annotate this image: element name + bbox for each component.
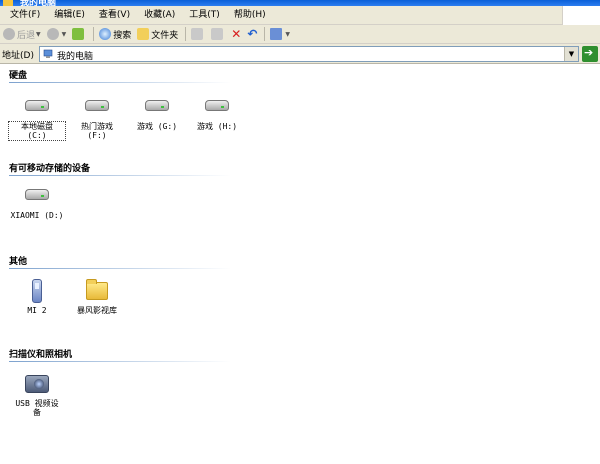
standard-toolbar: 后退 ▼ ▼ 搜索 文件夹 ✕ ↶ ▼ — [0, 25, 600, 44]
forward-button[interactable]: ▼ — [45, 26, 69, 43]
item-label: 热门游戏 (F:) — [81, 122, 113, 140]
up-folder-button[interactable] — [70, 26, 88, 43]
item-label: MI 2 — [27, 306, 47, 315]
drive-g[interactable]: 游戏 (G:) — [129, 94, 185, 131]
drive-d[interactable]: XIAOMI (D:) — [9, 183, 65, 220]
group-divider — [9, 82, 231, 83]
address-input[interactable]: 我的电脑 ▼ — [39, 46, 579, 62]
item-label: 暴风影视库 — [77, 306, 117, 315]
menu-edit[interactable]: 编辑(E) — [47, 6, 92, 25]
camera-icon — [21, 371, 53, 397]
forward-arrow-icon — [46, 28, 59, 40]
folder-storm-video[interactable]: 暴风影视库 — [69, 278, 125, 315]
up-folder-icon — [72, 28, 85, 40]
search-label: 搜索 — [113, 30, 132, 41]
hard-drive-icon — [141, 94, 173, 120]
group-title: 硬盘 — [9, 71, 28, 81]
chevron-down-icon[interactable]: ▼ — [36, 31, 41, 38]
drive-h[interactable]: 游戏 (H:) — [189, 94, 245, 131]
toolbar-separator — [185, 27, 187, 41]
folders-label: 文件夹 — [151, 30, 179, 41]
my-computer-icon — [43, 49, 53, 58]
menu-bar: 文件(F) 编辑(E) 查看(V) 收藏(A) 工具(T) 帮助(H) — [0, 6, 600, 25]
back-label: 后退 — [17, 30, 36, 41]
search-button[interactable]: 搜索 — [97, 26, 133, 43]
windows-logo-area — [562, 6, 600, 25]
address-value: 我的电脑 — [57, 52, 94, 62]
drive-f[interactable]: 热门游戏 (F:) — [69, 94, 125, 140]
group-divider — [9, 175, 231, 176]
phone-icon — [21, 278, 53, 304]
item-label: 游戏 (G:) — [136, 122, 178, 131]
views-button[interactable]: ▼ — [268, 26, 292, 43]
folder-icon — [81, 278, 113, 304]
address-dropdown-button[interactable]: ▼ — [564, 47, 578, 61]
delete-x-icon: ✕ — [231, 27, 242, 41]
file-view: 硬盘 本地磁盘 (C:) 热门游戏 (F:) 游戏 (G:) 游戏 (H:) 有… — [0, 64, 600, 464]
removable-drive-icon — [21, 183, 53, 209]
menu-tools[interactable]: 工具(T) — [182, 6, 227, 25]
group-title: 扫描仪和照相机 — [9, 350, 73, 360]
hard-drive-icon — [81, 94, 113, 120]
folder-icon — [137, 28, 150, 40]
hard-drive-icon — [21, 94, 53, 120]
hard-drive-icon — [201, 94, 233, 120]
group-title: 其他 — [9, 257, 28, 267]
delete-button[interactable]: ✕ — [229, 26, 243, 43]
group-title: 有可移动存储的设备 — [9, 164, 91, 174]
group-divider — [9, 268, 231, 269]
back-arrow-icon — [3, 28, 15, 40]
toolbar-separator — [264, 27, 266, 41]
toolbar-separator — [93, 27, 95, 41]
copy-to-icon — [211, 28, 224, 40]
item-label: 本地磁盘 (C:) — [8, 121, 66, 141]
views-icon — [270, 28, 283, 40]
item-label: USB 视频设 备 — [15, 399, 59, 417]
go-button[interactable] — [582, 46, 598, 62]
chevron-down-icon[interactable]: ▼ — [285, 31, 290, 38]
address-bar: 地址(D) 我的电脑 ▼ — [0, 44, 600, 64]
undo-button[interactable]: ↶ — [245, 26, 259, 43]
back-button[interactable]: 后退 ▼ — [1, 26, 43, 43]
chevron-down-icon[interactable]: ▼ — [62, 31, 67, 38]
drive-c[interactable]: 本地磁盘 (C:) — [8, 94, 66, 141]
usb-video-device[interactable]: USB 视频设 备 — [9, 371, 65, 417]
menu-file[interactable]: 文件(F) — [3, 6, 47, 25]
device-mi2[interactable]: MI 2 — [9, 278, 65, 315]
menu-favorites[interactable]: 收藏(A) — [137, 6, 182, 25]
item-label: XIAOMI (D:) — [10, 211, 64, 220]
menu-help[interactable]: 帮助(H) — [227, 6, 273, 25]
address-label: 地址(D) — [2, 51, 34, 61]
group-divider — [9, 361, 231, 362]
search-icon — [99, 28, 112, 40]
item-label: 游戏 (H:) — [196, 122, 238, 131]
folders-button[interactable]: 文件夹 — [135, 26, 180, 43]
menu-view[interactable]: 查看(V) — [92, 6, 137, 25]
undo-icon: ↶ — [247, 27, 258, 41]
move-to-button[interactable] — [189, 26, 207, 43]
copy-to-button[interactable] — [209, 26, 227, 43]
move-to-icon — [191, 28, 204, 40]
